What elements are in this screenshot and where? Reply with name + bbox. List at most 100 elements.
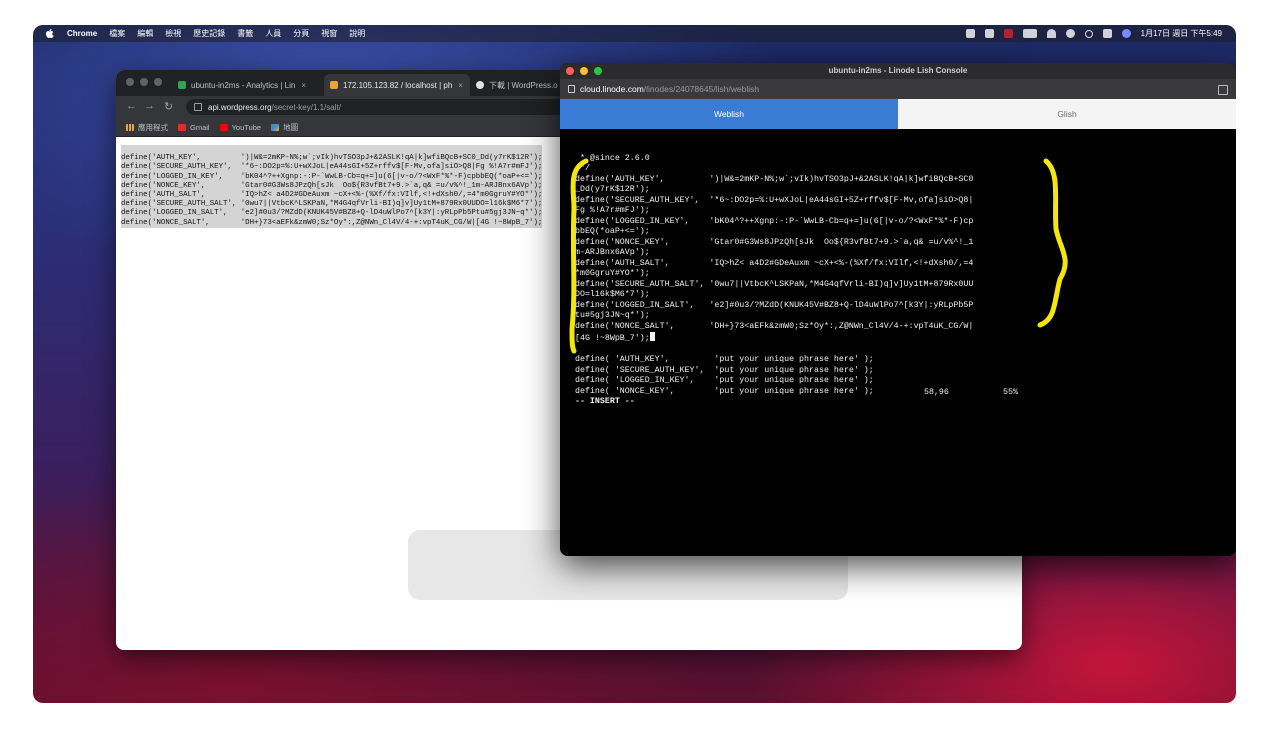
terminal-line: m-ARJBnx6AVp'); bbox=[575, 248, 650, 257]
apple-icon[interactable] bbox=[45, 28, 55, 40]
lock-icon bbox=[568, 85, 575, 93]
url-host: cloud.linode.com bbox=[580, 84, 644, 94]
window-title: ubuntu-in2ms - Linode Lish Console bbox=[828, 66, 968, 75]
terminal-line: define( 'SECURE_AUTH_KEY', 'put your uni… bbox=[575, 365, 874, 375]
terminal-line: * @since 2.6.0 bbox=[575, 153, 650, 163]
back-arrow-icon[interactable]: ← bbox=[126, 100, 137, 112]
menu-file[interactable]: 檔案 bbox=[109, 28, 125, 39]
menu-window[interactable]: 視窗 bbox=[321, 28, 337, 39]
menu-bookmarks[interactable]: 書籤 bbox=[237, 28, 253, 39]
menubar-extra-icon[interactable] bbox=[965, 29, 975, 38]
salt-line: define('NONCE_KEY', 'Gtar0#G3Ws8JPzQh[sJ… bbox=[121, 181, 543, 190]
minimize-window-button[interactable] bbox=[140, 78, 148, 86]
phpmyadmin-favicon-icon bbox=[330, 81, 338, 89]
window-controls bbox=[566, 67, 608, 75]
window-controls bbox=[126, 78, 168, 86]
terminal-line: define('LOGGED_IN_SALT', 'e2]#0u3/?MZdD(… bbox=[575, 300, 974, 310]
close-icon[interactable]: × bbox=[458, 81, 463, 90]
close-window-button[interactable] bbox=[566, 67, 574, 75]
battery-icon[interactable] bbox=[1022, 29, 1037, 38]
url-path: /secret-key/1.1/salt/ bbox=[271, 102, 341, 112]
terminal-line: *m0GgruY#YO*'); bbox=[575, 269, 650, 278]
salt-line: define('LOGGED_IN_KEY', 'bK04^?++Xgnp:-:… bbox=[121, 172, 543, 181]
salt-line: define('SECURE_AUTH_SALT', '0wu7||VtbcK^… bbox=[121, 200, 543, 209]
user-icon[interactable] bbox=[1065, 29, 1075, 38]
extension-icon[interactable] bbox=[1218, 85, 1228, 95]
terminal-line: */ bbox=[575, 164, 590, 173]
terminal-line: _Dd(y7rK$12R'); bbox=[575, 185, 650, 194]
zoom-window-button[interactable] bbox=[594, 67, 602, 75]
mac-menubar: Chrome 檔案 編輯 檢視 歷史記錄 書籤 人員 分頁 視窗 說明 1月17… bbox=[33, 25, 1236, 42]
vim-cursor-position: 58,96 bbox=[924, 388, 949, 397]
reload-icon[interactable]: ↻ bbox=[164, 100, 173, 113]
menu-edit[interactable]: 編輯 bbox=[137, 28, 153, 39]
terminal-line: define( 'AUTH_KEY', 'put your unique phr… bbox=[575, 355, 874, 364]
terminal-line: define( 'NONCE_KEY', 'put your unique ph… bbox=[575, 386, 874, 396]
tab-weblish[interactable]: Weblish bbox=[560, 99, 898, 129]
siri-icon[interactable] bbox=[1121, 29, 1131, 38]
console-tabs: Weblish Glish bbox=[560, 99, 1236, 129]
address-bar[interactable]: cloud.linode.com /linodes/24078645/lish/… bbox=[560, 79, 1236, 99]
window-titlebar: ubuntu-in2ms - Linode Lish Console bbox=[560, 63, 1236, 79]
terminal-line: tu#5gj3JN~q*'); bbox=[575, 311, 650, 320]
salt-line: define('NONCE_SALT', 'DH+}73<aEFk&zmW0;S… bbox=[121, 218, 543, 227]
tab-title: ubuntu-in2ms - Analytics | Lin bbox=[191, 80, 296, 90]
tab-phpmyadmin[interactable]: 172.105.123.82 / localhost | ph × bbox=[324, 74, 470, 96]
wifi-icon[interactable] bbox=[1046, 29, 1056, 38]
terminal-line: define( 'LOGGED_IN_KEY', 'put your uniqu… bbox=[575, 376, 874, 385]
zoom-window-button[interactable] bbox=[154, 78, 162, 86]
bookmark-label: Gmail bbox=[190, 122, 210, 132]
gmail-icon bbox=[178, 123, 186, 131]
close-window-button[interactable] bbox=[126, 78, 134, 86]
tab-glish[interactable]: Glish bbox=[898, 99, 1236, 129]
minimize-window-button[interactable] bbox=[580, 67, 588, 75]
bookmark-youtube[interactable]: YouTube bbox=[219, 122, 262, 132]
url-host: api.wordpress.org bbox=[208, 102, 272, 112]
bookmark-apps[interactable]: 應用程式 bbox=[126, 122, 168, 133]
terminal-line: define('AUTH_SALT', 'IQ>hZ< a4D2#GDeAuxm… bbox=[575, 258, 974, 268]
tab-analytics[interactable]: ubuntu-in2ms - Analytics | Lin × bbox=[178, 74, 320, 96]
terminal-line: define('LOGGED_IN_KEY', 'bK04^?++Xgnp:-:… bbox=[575, 216, 974, 226]
forward-arrow-icon[interactable]: → bbox=[144, 100, 155, 112]
menu-history[interactable]: 歷史記錄 bbox=[193, 28, 225, 39]
bookmark-gmail[interactable]: Gmail bbox=[178, 123, 210, 132]
url-path: /linodes/24078645/lish/weblish bbox=[643, 84, 760, 94]
terminal-line: define('NONCE_KEY', 'Gtar0#G3Ws8JPzQh[sJ… bbox=[575, 237, 974, 247]
terminal-line: DO=l16k$M6*7'); bbox=[575, 290, 650, 299]
desktop: Chrome 檔案 編輯 檢視 歷史記錄 書籤 人員 分頁 視窗 說明 1月17… bbox=[33, 25, 1236, 703]
spotlight-search-icon[interactable] bbox=[1084, 29, 1093, 38]
tab-title: 下載 | WordPress.o bbox=[489, 80, 558, 90]
bookmark-label: YouTube bbox=[231, 122, 262, 132]
close-icon[interactable]: × bbox=[301, 81, 306, 90]
terminal-screen[interactable]: * @since 2.6.0 */ define('AUTH_KEY', ')|… bbox=[560, 129, 1236, 556]
terminal-line: Fg %!A7r#mFJ'); bbox=[575, 206, 650, 215]
menu-app-chrome[interactable]: Chrome bbox=[67, 29, 97, 38]
terminal-cursor bbox=[649, 332, 655, 341]
menu-people[interactable]: 人員 bbox=[265, 28, 281, 39]
menubar-clock[interactable]: 1月17日 週日 下午5:49 bbox=[1141, 28, 1222, 39]
right-yellow-bracket bbox=[1037, 158, 1068, 328]
tab-title: 172.105.123.82 / localhost | ph bbox=[343, 80, 453, 90]
bookmark-label: 應用程式 bbox=[138, 122, 168, 132]
terminal-line: define('NONCE_SALT', 'DH+}73<aEFk&zmW0;S… bbox=[575, 321, 974, 331]
tab-wordpress-download[interactable]: 下載 | WordPress.o bbox=[476, 74, 572, 96]
lock-icon bbox=[194, 103, 202, 111]
control-center-icon[interactable] bbox=[1102, 29, 1112, 38]
salt-line: define('LOGGED_IN_SALT', 'e2]#0u3/?MZdD(… bbox=[121, 209, 543, 218]
salt-text-block[interactable]: define('AUTH_KEY', ')|W&=2mKP-N%;w`;vIk)… bbox=[121, 145, 543, 228]
terminal-line: define('SECURE_AUTH_KEY', '*6~:DO2p=%:U+… bbox=[575, 195, 974, 205]
menubar-extra-icon[interactable] bbox=[984, 29, 994, 38]
bookmark-maps[interactable]: 地圖 bbox=[271, 122, 298, 133]
terminal-line: define('AUTH_KEY', ')|W&=2mKP-N%;w`;vIk)… bbox=[575, 174, 974, 184]
salt-line: define('SECURE_AUTH_KEY', '*6~:DO2p=%:U+… bbox=[121, 163, 543, 172]
menu-help[interactable]: 說明 bbox=[349, 28, 365, 39]
menu-view[interactable]: 檢視 bbox=[165, 28, 181, 39]
menu-tabs[interactable]: 分頁 bbox=[293, 28, 309, 39]
apps-grid-icon bbox=[126, 123, 134, 131]
wordpress-favicon-icon bbox=[476, 81, 484, 89]
vim-mode-indicator: -- INSERT -- bbox=[575, 397, 635, 406]
terminal-line: [4G !~8WpB_7'); bbox=[575, 334, 650, 343]
flag-icon[interactable] bbox=[1003, 29, 1013, 38]
menubar-status-area: 1月17日 週日 下午5:49 bbox=[956, 25, 1222, 42]
salt-line: define('AUTH_SALT', 'IQ>hZ< a4D2#GDeAuxm… bbox=[121, 191, 543, 200]
